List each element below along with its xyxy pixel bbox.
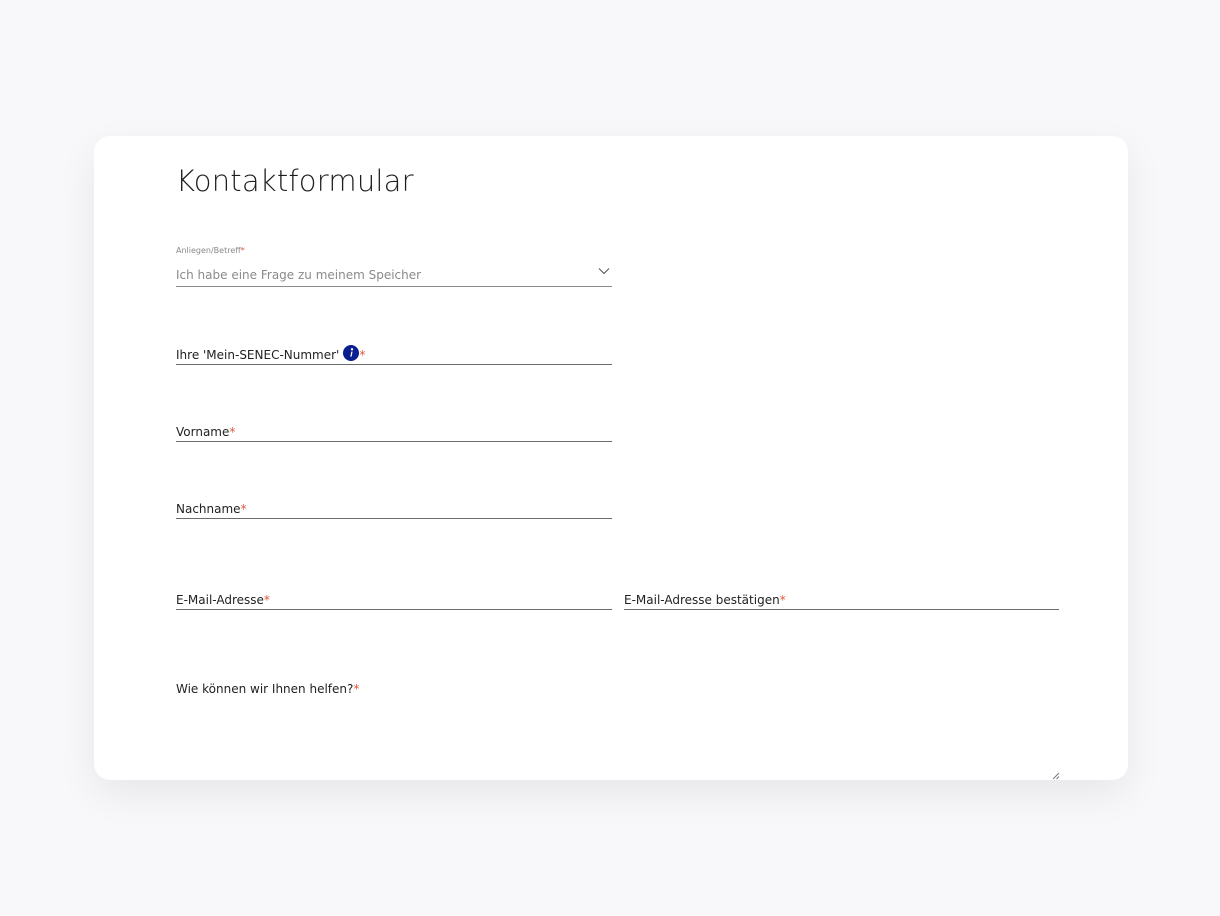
message-label: Wie können wir Ihnen helfen?* bbox=[176, 682, 360, 696]
chevron-down-icon[interactable] bbox=[598, 266, 610, 276]
first-name-label: Vorname* bbox=[176, 425, 236, 439]
first-name-field[interactable]: Vorname* bbox=[176, 413, 612, 442]
email-confirm-label: E-Mail-Adresse bestätigen* bbox=[624, 593, 786, 607]
senec-number-label: Ihre 'Mein-SENEC-Nummer' * bbox=[176, 345, 365, 362]
email-field[interactable]: E-Mail-Adresse* bbox=[176, 581, 612, 610]
last-name-field[interactable]: Nachname* bbox=[176, 490, 612, 519]
email-confirm-field[interactable]: E-Mail-Adresse bestätigen* bbox=[624, 581, 1059, 610]
subject-select-value: Ich habe eine Frage zu meinem Speicher bbox=[176, 268, 422, 282]
subject-select-label: Anliegen/Betreff* bbox=[176, 246, 245, 255]
last-name-label: Nachname* bbox=[176, 502, 247, 516]
subject-select[interactable]: Anliegen/Betreff* Ich habe eine Frage zu… bbox=[176, 246, 612, 287]
senec-number-field[interactable]: Ihre 'Mein-SENEC-Nummer' * bbox=[176, 336, 612, 365]
contact-form-card: Kontaktformular Anliegen/Betreff* Ich ha… bbox=[94, 136, 1128, 780]
resize-handle-icon[interactable] bbox=[1050, 770, 1060, 780]
email-label: E-Mail-Adresse* bbox=[176, 593, 270, 607]
message-textarea[interactable] bbox=[176, 700, 1060, 780]
info-icon[interactable] bbox=[343, 345, 360, 361]
page-title: Kontaktformular bbox=[176, 164, 414, 198]
